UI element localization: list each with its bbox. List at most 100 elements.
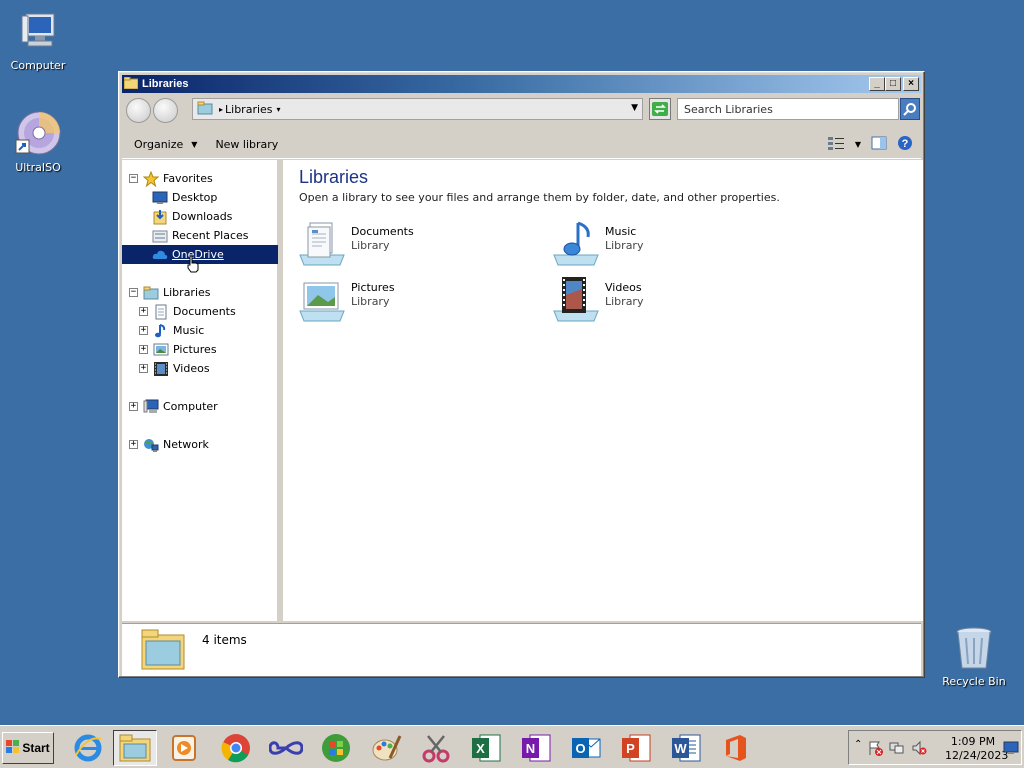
- action-center-flag-icon[interactable]: [867, 740, 883, 759]
- svg-text:N: N: [526, 741, 535, 756]
- chrome-icon: [221, 734, 250, 763]
- forward-button[interactable]: [153, 97, 178, 123]
- network-status-icon[interactable]: [889, 740, 905, 759]
- tree-item-documents[interactable]: + Documents: [139, 302, 236, 321]
- documents-library-icon: [298, 219, 346, 267]
- expand-icon[interactable]: +: [129, 402, 138, 411]
- new-library-button[interactable]: New library: [215, 138, 278, 151]
- taskbar-windows-media-center[interactable]: [314, 730, 358, 766]
- taskbar-internet-explorer[interactable]: [66, 730, 110, 766]
- taskbar-windows-explorer[interactable]: [113, 730, 157, 766]
- expand-icon[interactable]: +: [139, 345, 148, 354]
- tree-item-desktop[interactable]: Desktop: [152, 188, 217, 207]
- tree-network[interactable]: + Network: [129, 435, 209, 454]
- svg-text:P: P: [626, 741, 635, 756]
- library-name: Pictures: [351, 281, 395, 294]
- taskbar-snipping-tool[interactable]: [414, 730, 458, 766]
- folder-icon: [123, 76, 139, 92]
- windows-explorer-icon: [119, 734, 151, 762]
- tree-computer[interactable]: + Computer: [129, 397, 218, 416]
- tree-item-videos[interactable]: + Videos: [139, 359, 210, 378]
- search-input[interactable]: Search Libraries: [677, 98, 899, 120]
- preview-pane-icon[interactable]: [871, 136, 887, 153]
- volume-muted-icon[interactable]: [911, 740, 927, 759]
- library-item-videos[interactable]: Videos Library: [552, 275, 643, 323]
- library-item-pictures[interactable]: Pictures Library: [298, 275, 395, 323]
- start-button[interactable]: Start: [2, 732, 54, 764]
- taskbar-onenote[interactable]: N: [514, 730, 558, 766]
- clock[interactable]: 1:09 PM 12/24/2023: [945, 735, 1009, 763]
- tree-item-downloads[interactable]: Downloads: [152, 207, 232, 226]
- taskbar-paint[interactable]: [364, 730, 408, 766]
- view-options-chevron-icon[interactable]: ▼: [855, 140, 861, 149]
- collapse-icon[interactable]: −: [129, 288, 138, 297]
- address-bar[interactable]: ▸ Libraries ▾ ▼: [192, 98, 643, 120]
- navigation-pane: − Favorites Desktop Downloads Recent Pla…: [122, 160, 280, 621]
- tree-libraries[interactable]: − Libraries: [129, 283, 211, 302]
- svg-text:X: X: [476, 741, 485, 756]
- library-item-documents[interactable]: Documents Library: [298, 219, 414, 267]
- taskbar-outlook[interactable]: O: [564, 730, 608, 766]
- tree-label: Videos: [173, 362, 210, 375]
- taskbar: Start X N O P W ⌃ 1:09 PM 12/24/2023: [0, 725, 1024, 768]
- refresh-button[interactable]: [649, 98, 671, 120]
- back-button[interactable]: [126, 97, 151, 123]
- collapse-icon[interactable]: −: [129, 174, 138, 183]
- svg-text:W: W: [674, 741, 687, 756]
- tree-favorites[interactable]: − Favorites: [129, 169, 213, 188]
- music-note-icon: [153, 323, 169, 339]
- recycle-bin-icon: [950, 624, 998, 672]
- tree-item-onedrive[interactable]: OneDrive: [122, 245, 278, 273]
- taskbar-media-player[interactable]: [162, 730, 206, 766]
- tree-label: Documents: [173, 305, 236, 318]
- taskbar-chrome[interactable]: [214, 730, 258, 766]
- close-button[interactable]: ×: [903, 77, 919, 91]
- paint-icon: [372, 735, 402, 761]
- chevron-down-icon: ▼: [191, 139, 198, 149]
- window-title: Libraries: [142, 78, 189, 90]
- tree-item-recent-places[interactable]: Recent Places: [152, 226, 249, 245]
- change-view-icon[interactable]: [827, 136, 845, 153]
- tree-label: Network: [163, 438, 209, 451]
- videos-library-icon: [552, 275, 600, 323]
- taskbar-excel[interactable]: X: [464, 730, 508, 766]
- tree-label: Computer: [163, 400, 218, 413]
- show-desktop-monitor-icon[interactable]: [1003, 740, 1019, 759]
- taskbar-powerpoint[interactable]: P: [614, 730, 658, 766]
- taskbar-office[interactable]: [714, 730, 758, 766]
- taskbar-infinity-app[interactable]: [264, 730, 308, 766]
- ultraiso-disc-icon: [14, 110, 62, 158]
- search-button[interactable]: [900, 98, 920, 120]
- breadcrumb-chevron-icon[interactable]: ▾: [277, 105, 281, 114]
- organize-button[interactable]: Organize ▼: [134, 138, 197, 151]
- taskbar-word[interactable]: W: [664, 730, 708, 766]
- tree-label: Recent Places: [172, 229, 249, 242]
- clock-date: 12/24/2023: [945, 749, 1009, 762]
- expand-icon[interactable]: +: [139, 326, 148, 335]
- help-icon[interactable]: ?: [897, 135, 913, 154]
- desktop-icon-ultraiso[interactable]: UltraISO: [0, 110, 78, 174]
- desktop-icon-label: UltraISO: [15, 161, 61, 174]
- search-icon: [903, 103, 916, 116]
- explorer-window: Libraries _ □ × ▸ Libraries ▾ ▼ Search L…: [118, 71, 925, 678]
- film-icon: [153, 361, 169, 377]
- expand-icon[interactable]: +: [129, 440, 138, 449]
- desktop-icon-computer[interactable]: Computer: [0, 8, 78, 72]
- maximize-button[interactable]: □: [885, 77, 901, 91]
- expand-icon[interactable]: +: [139, 307, 148, 316]
- library-item-music[interactable]: Music Library: [552, 219, 643, 267]
- tree-item-pictures[interactable]: + Pictures: [139, 340, 217, 359]
- address-history-dropdown-icon[interactable]: ▼: [631, 103, 638, 113]
- title-bar[interactable]: Libraries _ □ ×: [122, 75, 921, 93]
- expand-icon[interactable]: +: [139, 364, 148, 373]
- show-hidden-icons-chevron-icon[interactable]: ⌃: [854, 739, 862, 750]
- powerpoint-icon: P: [622, 734, 651, 762]
- downloads-icon: [152, 209, 168, 225]
- page-description: Open a library to see your files and arr…: [299, 191, 780, 204]
- desktop-icon-recycle-bin[interactable]: Recycle Bin: [934, 624, 1014, 688]
- svg-text:?: ?: [902, 138, 909, 150]
- tree-item-music[interactable]: + Music: [139, 321, 204, 340]
- breadcrumb-separator-icon[interactable]: ▸: [219, 105, 223, 114]
- minimize-button[interactable]: _: [869, 77, 885, 91]
- breadcrumb-libraries[interactable]: Libraries: [225, 103, 273, 116]
